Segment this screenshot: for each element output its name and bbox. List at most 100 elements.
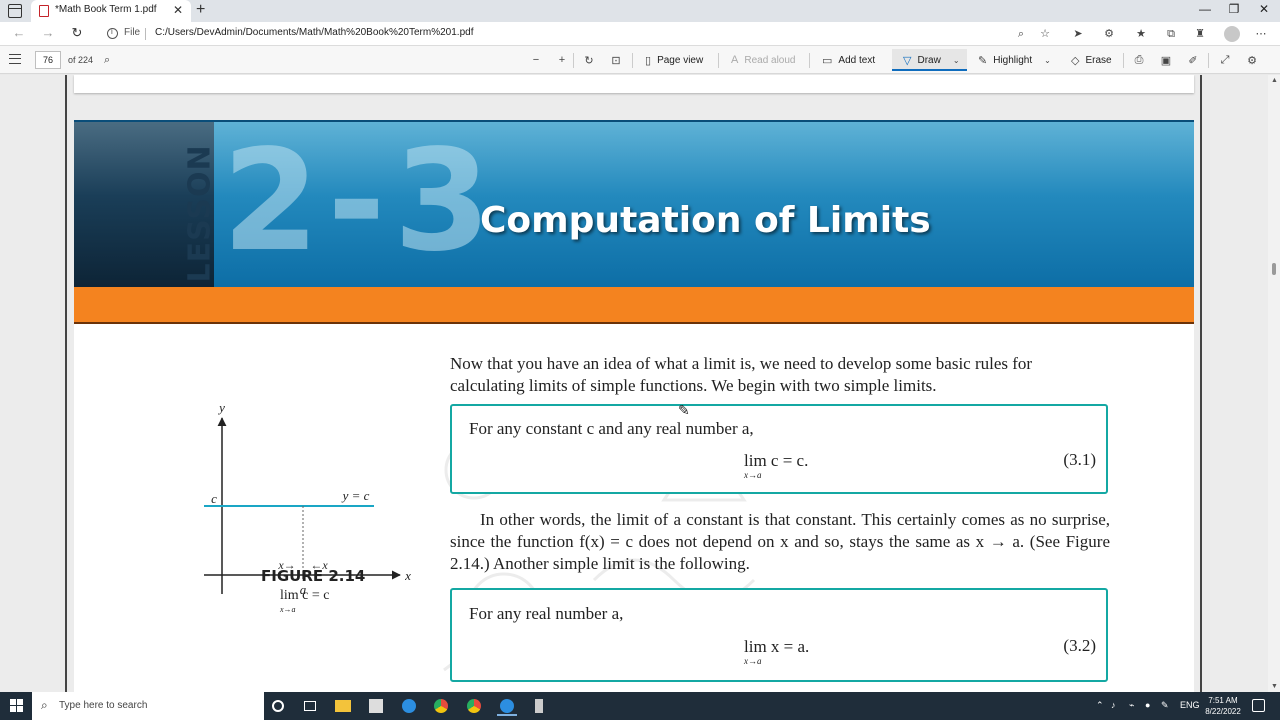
scrollbar-thumb[interactable] — [1272, 263, 1276, 275]
chevron-down-icon[interactable]: ⌄ — [1044, 56, 1051, 65]
box-1-equation: lim c = c. — [744, 451, 809, 470]
previous-page — [74, 75, 1194, 93]
start-windows-icon[interactable] — [10, 699, 24, 713]
zoom-out-icon[interactable]: − — [529, 54, 543, 66]
taskbar-search-box[interactable]: ⌕ Type here to search — [32, 692, 264, 720]
taskbar-clock[interactable]: 7:51 AM 8/22/2022 — [1198, 695, 1248, 717]
page-number-input[interactable]: 76 — [35, 51, 61, 69]
box-1-number: (3.1) — [1063, 450, 1096, 469]
more-menu-icon[interactable]: ⋯ — [1254, 27, 1268, 41]
highlighter-icon: ✎ — [978, 54, 988, 67]
highlight-button[interactable]: ✎ Highlight ⌄ — [978, 52, 1051, 68]
puzzle-icon[interactable]: ⚙ — [1102, 27, 1116, 41]
print-icon[interactable]: ⎙ — [1132, 54, 1146, 67]
y-axis-label: y — [217, 400, 225, 415]
chrome-profile-icon[interactable] — [464, 696, 484, 716]
page-view-button[interactable]: ▯ Page view — [645, 52, 703, 68]
maximize-button[interactable]: ❐ — [1219, 2, 1249, 16]
language-indicator[interactable]: ENG — [1180, 700, 1200, 710]
intro-paragraph: Now that you have an idea of what a limi… — [450, 354, 1033, 395]
read-aloud-icon: A — [731, 54, 739, 66]
windows-taskbar: ⌕ Type here to search ⌃ ♪ ⌁ ● ✎ ENG 7:51… — [0, 692, 1280, 720]
lesson-tag-text: LESSON — [182, 144, 218, 283]
new-tab-button[interactable]: + — [196, 1, 205, 19]
toolbar-divider — [573, 53, 574, 68]
find-icon[interactable]: ⌕ — [104, 54, 110, 67]
profile-avatar[interactable] — [1224, 26, 1240, 42]
refresh-icon[interactable]: ↻ — [67, 25, 87, 41]
pdf-viewer[interactable]: LESSON 2-3 Computation of Limits y x c y… — [0, 75, 1280, 692]
box-2-equation: lim x = a. — [744, 637, 810, 656]
figure-formula-subscript: x→a — [280, 605, 296, 614]
minimize-button[interactable]: — — [1190, 2, 1220, 16]
edge-icon[interactable] — [399, 696, 419, 716]
table-of-contents-icon[interactable] — [9, 54, 21, 64]
erase-button[interactable]: ◇ Erase — [1071, 52, 1112, 68]
figure-formula: lim c = c — [280, 588, 330, 603]
highlight-label: Highlight — [993, 54, 1033, 66]
microphone-icon[interactable]: ● — [1145, 700, 1150, 710]
limit-box-3-2: For any real number a, lim x = a. x→a (3… — [450, 588, 1108, 682]
toolbar-divider — [1123, 53, 1124, 68]
games-icon[interactable]: ♜ — [1193, 27, 1207, 41]
draw-label: Draw — [917, 54, 941, 66]
fit-page-icon[interactable]: ⊡ — [609, 54, 623, 67]
toolbar-divider — [1208, 53, 1209, 68]
url-scheme-label: File — [124, 27, 141, 38]
tab-math-book[interactable]: *Math Book Term 1.pdf ✕ — [31, 0, 191, 22]
pdf-icon — [39, 5, 49, 17]
site-info-icon[interactable] — [107, 27, 118, 39]
save-icon[interactable]: ▣ — [1159, 54, 1173, 67]
clock-time: 7:51 AM — [1208, 696, 1238, 705]
chrome-icon[interactable] — [431, 696, 451, 716]
tray-chevron-up-icon[interactable]: ⌃ — [1096, 700, 1104, 711]
pen-icon[interactable]: ✎ — [1161, 700, 1169, 711]
extension-icon[interactable]: ➤ — [1071, 27, 1085, 41]
volume-icon[interactable]: ♪ — [1111, 700, 1116, 710]
forward-icon[interactable]: → — [38, 25, 58, 40]
fullscreen-icon[interactable]: ⤢ — [1218, 54, 1232, 67]
scroll-down-icon[interactable]: ▼ — [1271, 683, 1278, 690]
task-view-icon[interactable] — [300, 696, 320, 716]
favorites-icon[interactable]: ★ — [1134, 27, 1148, 41]
back-icon[interactable]: ← — [9, 25, 29, 40]
settings-gear-icon[interactable]: ⚙ — [1245, 54, 1259, 67]
chevron-down-icon[interactable]: ⌄ — [953, 56, 960, 65]
collections-icon[interactable]: ⧉ — [1164, 27, 1178, 41]
draw-pen-icon: ▽ — [903, 54, 912, 67]
zoom-in-icon[interactable]: + — [555, 54, 569, 66]
explanation-paragraph: In other words, the limit of a constant … — [450, 509, 1110, 575]
box-2-subscript: x→a — [744, 656, 762, 666]
tab-actions-menu-icon[interactable] — [8, 4, 22, 18]
zoom-icon[interactable]: ⌕ — [1014, 27, 1028, 41]
cortana-icon[interactable] — [268, 696, 288, 716]
box-2-number: (3.2) — [1063, 636, 1096, 655]
page-total-label: of 224 — [68, 55, 94, 65]
favorite-star-icon[interactable]: ☆ — [1038, 27, 1052, 41]
save-as-icon[interactable]: ✐ — [1186, 54, 1200, 67]
app-icon[interactable] — [529, 696, 549, 716]
draw-button[interactable]: ▽ Draw ⌄ — [903, 52, 960, 68]
notifications-icon[interactable] — [1252, 699, 1265, 712]
vertical-scrollbar[interactable]: ▲ ▼ — [1268, 75, 1280, 692]
scroll-up-icon[interactable]: ▲ — [1271, 77, 1278, 84]
rotate-icon[interactable]: ↻ — [582, 54, 596, 67]
c-label: c — [211, 491, 217, 506]
close-tab-icon[interactable]: ✕ — [173, 3, 183, 17]
close-window-button[interactable]: ✕ — [1249, 2, 1279, 16]
pdf-toolbar: 76 of 224 ⌕ − + ↻ ⊡ ▯ Page view A Read a… — [0, 46, 1280, 74]
url-input[interactable]: C:/Users/DevAdmin/Documents/Math/Math%20… — [155, 27, 473, 38]
line-label: y = c — [341, 488, 370, 503]
add-text-button[interactable]: ▭ Add text — [822, 52, 875, 68]
edge-active-icon[interactable] — [497, 696, 517, 716]
erase-label: Erase — [1085, 54, 1112, 66]
file-explorer-icon[interactable] — [333, 696, 353, 716]
banner-orange-band — [74, 287, 1194, 324]
taskbar-search-placeholder: Type here to search — [59, 700, 148, 711]
toolbar-divider — [632, 53, 633, 68]
store-icon[interactable] — [366, 696, 386, 716]
page-view-icon: ▯ — [645, 54, 652, 67]
read-aloud-label: Read aloud — [744, 54, 796, 66]
read-aloud-button[interactable]: A Read aloud — [731, 52, 796, 68]
network-icon[interactable]: ⌁ — [1129, 700, 1134, 711]
